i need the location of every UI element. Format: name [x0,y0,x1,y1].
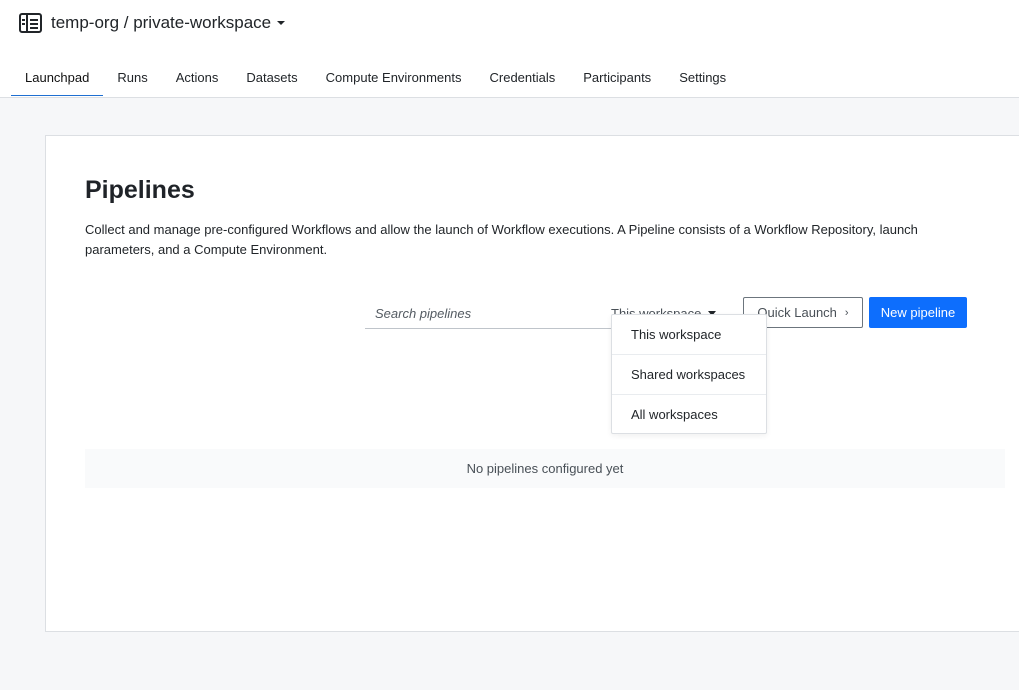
caret-down-icon[interactable] [277,21,286,25]
new-pipeline-button[interactable]: New pipeline [869,297,967,328]
tab-actions[interactable]: Actions [162,60,233,96]
quick-launch-label[interactable]: Quick Launch [757,305,837,320]
search-field [365,298,611,329]
workspace-grid-icon [19,13,42,33]
chevron-right-icon[interactable]: › [845,307,849,319]
scope-option-all-workspaces[interactable]: All workspaces [612,395,766,435]
workspace-name[interactable]: temp-org / private-workspace [51,13,271,33]
tab-datasets[interactable]: Datasets [232,60,311,96]
tab-settings[interactable]: Settings [665,60,740,96]
scope-option-shared-workspaces[interactable]: Shared workspaces [612,355,766,395]
scope-dropdown-menu: This workspace Shared workspaces All wor… [611,314,767,434]
tab-runs[interactable]: Runs [103,60,161,96]
page-title: Pipelines [85,176,195,204]
tab-credentials[interactable]: Credentials [476,60,570,96]
tab-compute-environments[interactable]: Compute Environments [312,60,476,96]
nav-tabs: Launchpad Runs Actions Datasets Compute … [11,60,740,97]
top-header: temp-org / private-workspace Launchpad R… [0,0,1019,98]
tab-participants[interactable]: Participants [569,60,665,96]
pipelines-card: Pipelines Collect and manage pre-configu… [45,135,1019,632]
empty-state-message: No pipelines configured yet [85,449,1005,488]
search-input[interactable] [365,298,611,328]
page-description: Collect and manage pre-configured Workfl… [85,222,918,257]
workspace-switcher[interactable]: temp-org / private-workspace [19,11,286,35]
tab-launchpad[interactable]: Launchpad [11,60,104,96]
scope-option-this-workspace[interactable]: This workspace [612,315,766,355]
